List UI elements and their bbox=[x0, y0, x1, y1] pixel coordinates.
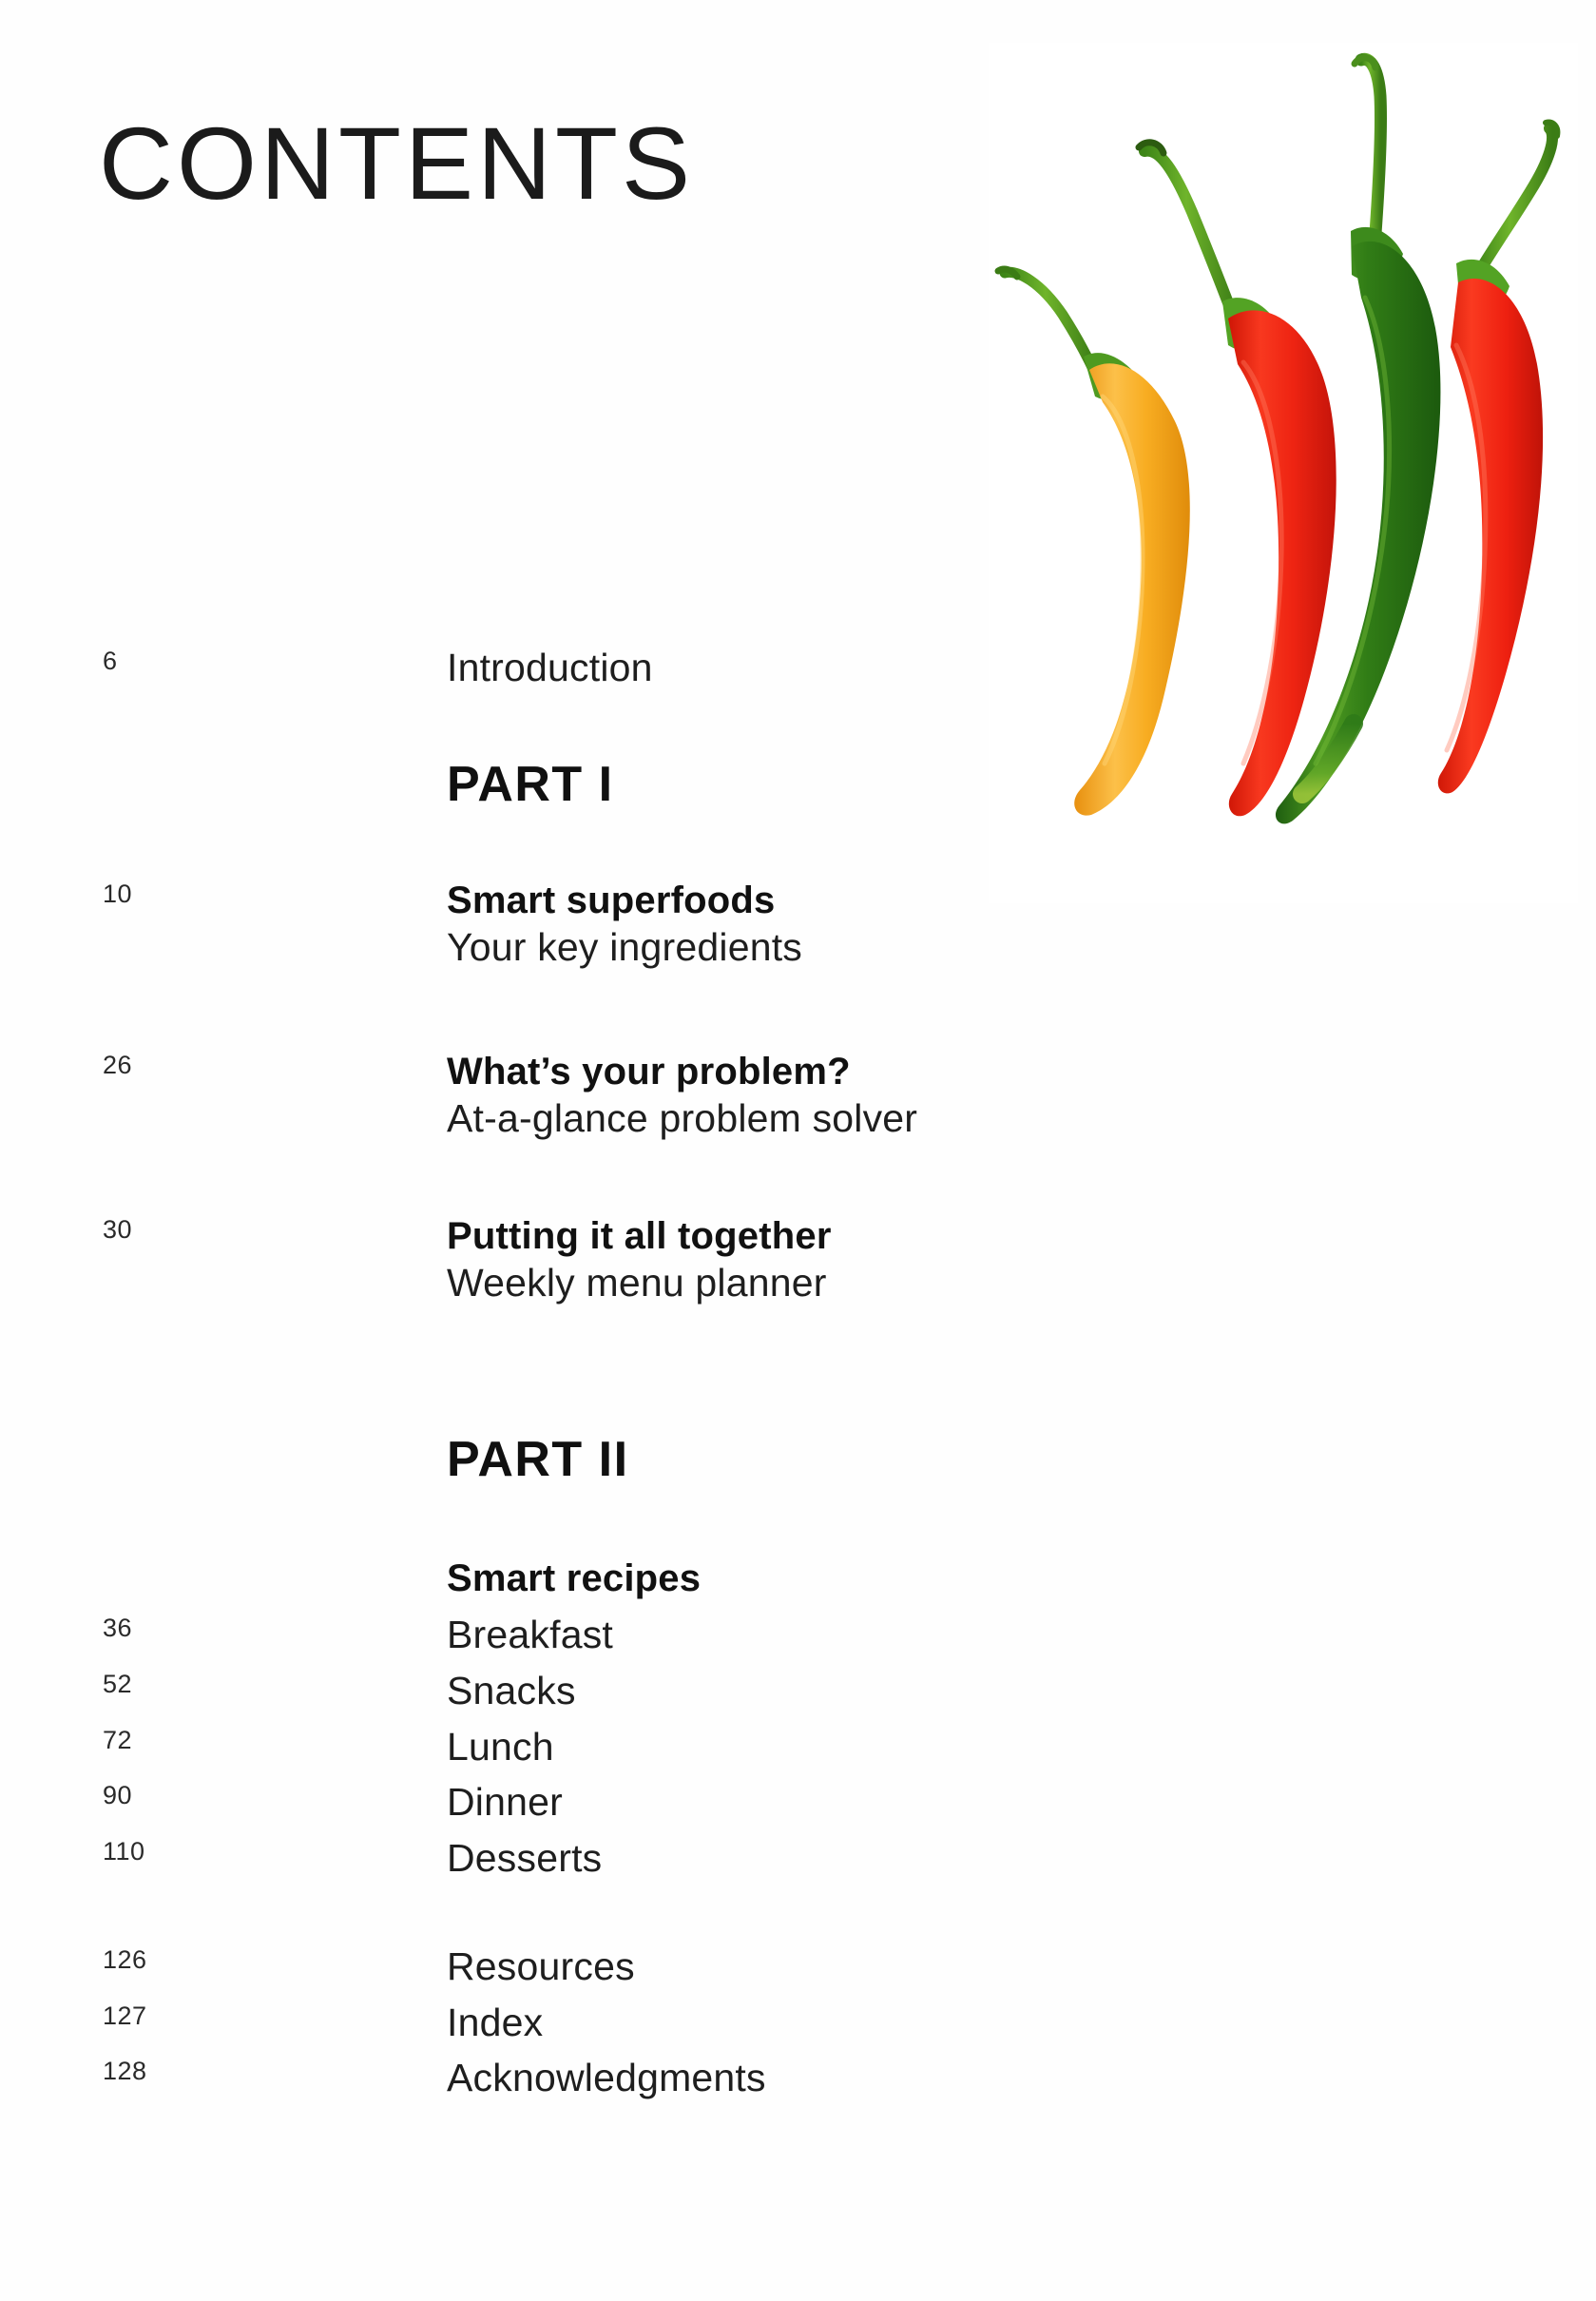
entry-title: Desserts bbox=[447, 1836, 603, 1880]
entry-title: Breakfast bbox=[447, 1613, 613, 1656]
entry-title: Resources bbox=[447, 1944, 635, 1988]
entry-text: Smart recipes bbox=[447, 1557, 1302, 1600]
part-title: PART I bbox=[447, 757, 614, 812]
entry-text: Dinner bbox=[447, 1780, 1302, 1825]
page-number: 90 bbox=[103, 1781, 133, 1809]
entry-title: Putting it all together bbox=[447, 1215, 832, 1257]
entry-title: Lunch bbox=[447, 1725, 554, 1769]
entry-text: Snacks bbox=[447, 1669, 1302, 1713]
entry-title: What’s your problem? bbox=[447, 1051, 851, 1092]
part-title: PART II bbox=[447, 1432, 629, 1487]
entry-title: Index bbox=[447, 2001, 544, 2044]
entry-subtitle: Your key ingredients bbox=[447, 924, 803, 969]
entry-title: Snacks bbox=[447, 1669, 576, 1712]
entry-text: Smart superfoods Your key ingredients bbox=[447, 880, 1302, 970]
page-number: 26 bbox=[103, 1051, 133, 1079]
entry-title: Smart superfoods bbox=[447, 880, 776, 921]
page-number: 126 bbox=[103, 1945, 147, 1974]
page-number: 6 bbox=[103, 647, 118, 675]
entry-subtitle: At-a-glance problem solver bbox=[447, 1095, 918, 1140]
entry-text: Breakfast bbox=[447, 1613, 1302, 1657]
entry-title: Dinner bbox=[447, 1780, 563, 1824]
page-number: 52 bbox=[103, 1670, 133, 1698]
entry-text: Index bbox=[447, 2001, 1302, 2045]
section-title: Smart recipes bbox=[447, 1557, 702, 1599]
page-number: 127 bbox=[103, 2001, 147, 2030]
entry-text: Desserts bbox=[447, 1836, 1302, 1881]
page-number: 128 bbox=[103, 2057, 147, 2085]
entry-text: PART I bbox=[447, 756, 1302, 813]
entry-text: Putting it all together Weekly menu plan… bbox=[447, 1215, 1302, 1305]
page-number: 36 bbox=[103, 1614, 133, 1642]
entry-text: Lunch bbox=[447, 1725, 1302, 1769]
entry-text: Resources bbox=[447, 1944, 1302, 1989]
page-number: 10 bbox=[103, 880, 133, 908]
entry-text: Introduction bbox=[447, 646, 1302, 690]
entry-text: What’s your problem? At-a-glance problem… bbox=[447, 1051, 1302, 1141]
page-title: CONTENTS bbox=[99, 106, 694, 221]
entry-subtitle: Weekly menu planner bbox=[447, 1260, 827, 1305]
entry-text: PART II bbox=[447, 1431, 1302, 1488]
entry-text: Acknowledgments bbox=[447, 2056, 1302, 2100]
page-number: 72 bbox=[103, 1726, 133, 1754]
page-number: 30 bbox=[103, 1215, 133, 1244]
entry-title: Acknowledgments bbox=[447, 2056, 766, 2099]
contents-page: CONTENTS 6 Introduction PART I 10 Smart … bbox=[0, 0, 1596, 2301]
entry-title: Introduction bbox=[447, 646, 653, 689]
page-number: 110 bbox=[103, 1837, 145, 1866]
